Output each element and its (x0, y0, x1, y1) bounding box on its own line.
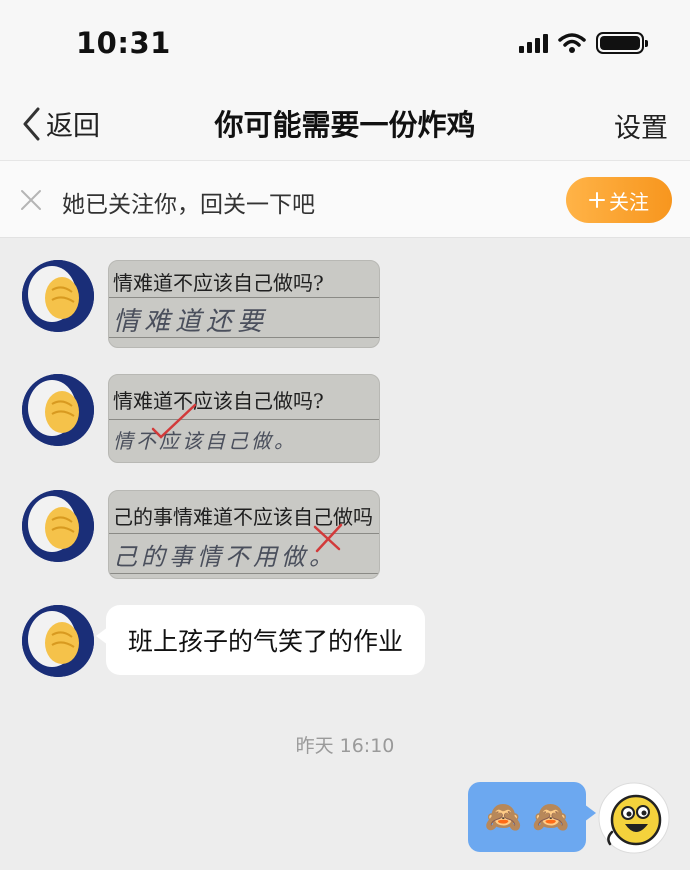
banner-text: 她已关注你，回关一下吧 (62, 192, 315, 218)
follow-label: 关注 (609, 189, 649, 214)
close-icon[interactable] (20, 189, 42, 211)
image-message[interactable]: 情难道不应该自己做吗? 情不应该自己做。 (108, 374, 380, 463)
image-message[interactable]: 情难道不应该自己做吗? 情难道还要 (108, 260, 380, 348)
message-text: 班上孩子的气笑了的作业 (128, 627, 404, 656)
chevron-left-icon (23, 107, 40, 140)
text-message[interactable]: 班上孩子的气笑了的作业 (95, 605, 426, 675)
follow-button[interactable]: 关注 (566, 177, 672, 223)
page-title: 你可能需要一份炸鸡 (214, 108, 476, 142)
signal-icon (519, 33, 548, 53)
avatar[interactable] (22, 490, 94, 562)
monkey-emoji: 🙈 (532, 799, 570, 835)
status-icons (519, 32, 648, 54)
back-button[interactable]: 返回 (20, 104, 100, 143)
avatar[interactable] (22, 374, 94, 446)
image-message[interactable]: 己的事情难道不应该自己做吗 己的事情不用做。 (108, 490, 380, 579)
monkey-emoji: 🙈 (484, 799, 522, 835)
cross-mark (313, 523, 343, 553)
status-time: 10:31 (76, 26, 171, 60)
avatar[interactable] (22, 260, 94, 332)
my-message[interactable]: 🙈 🙈 (468, 782, 596, 852)
battery-icon (596, 32, 648, 54)
check-mark (151, 403, 197, 439)
wifi-icon (558, 32, 586, 53)
my-avatar[interactable] (598, 782, 670, 854)
settings-button[interactable]: 设置 (614, 106, 668, 145)
header: 10:31 返回 你可能需要一份炸鸡 设置 (0, 0, 690, 160)
timestamp: 昨天 16:10 (295, 735, 395, 757)
avatar[interactable] (22, 605, 94, 677)
plus-icon (589, 192, 605, 208)
back-label: 返回 (46, 111, 100, 142)
